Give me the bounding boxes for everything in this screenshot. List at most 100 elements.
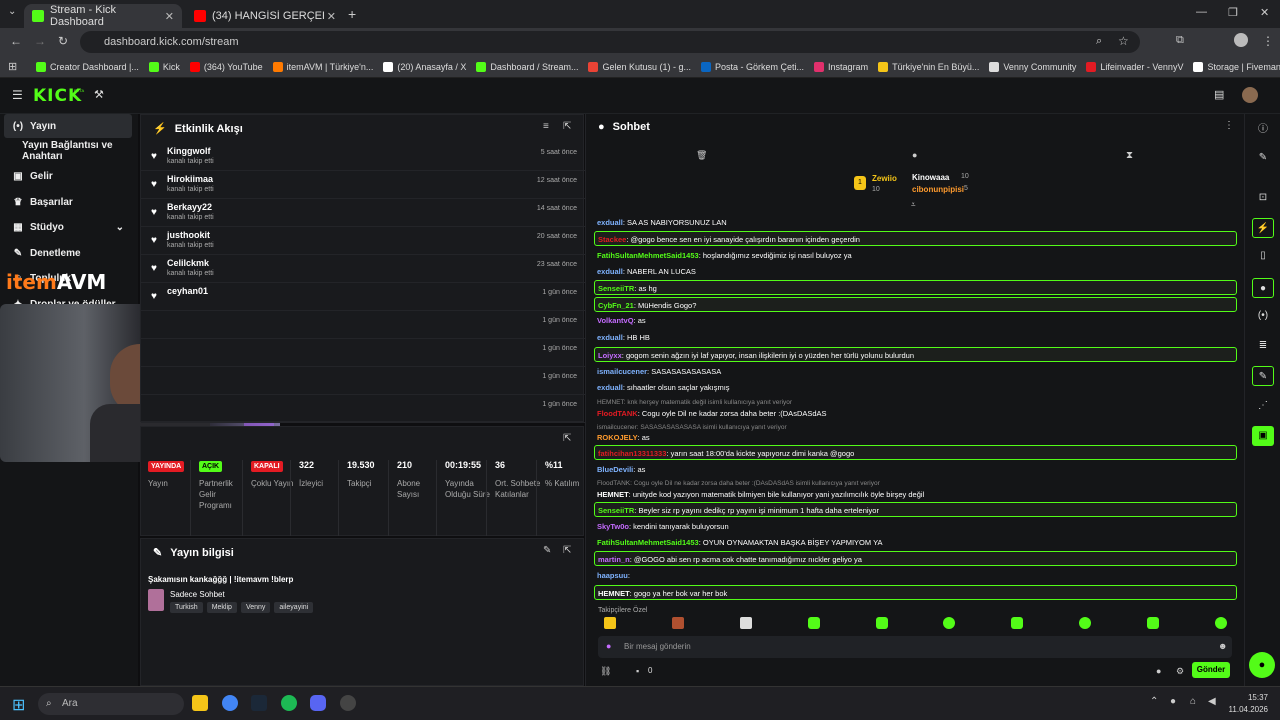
emote-icon[interactable]	[1079, 617, 1092, 629]
emote-icon[interactable]	[1011, 617, 1024, 629]
send-button[interactable]: Gönder	[1192, 662, 1230, 678]
bookmark[interactable]: Venny Community	[989, 61, 1076, 72]
chat-username[interactable]: FloodTANK	[597, 409, 638, 418]
emoji-icon[interactable]: ☻	[1218, 641, 1227, 651]
nav-yayin[interactable]: (•) Yayın	[4, 114, 132, 138]
bookmark[interactable]: Türkiye'nin En Büyü...	[878, 61, 979, 72]
emote-icon[interactable]	[739, 617, 752, 629]
bookmark[interactable]: Posta - Görkem Çeti...	[701, 61, 804, 72]
wrench-icon[interactable]: ✎	[1252, 366, 1274, 386]
edit-icon[interactable]: ✎	[543, 545, 551, 556]
chat-username[interactable]: Loiyxx	[598, 351, 622, 360]
pen-icon[interactable]: ✎	[1252, 148, 1274, 168]
nav-studyo[interactable]: ▦ Stüdyo ⌄	[4, 215, 132, 239]
mic-tray-icon[interactable]: ●	[1170, 696, 1176, 707]
back-icon[interactable]: ←	[10, 34, 22, 48]
bookmark[interactable]: Kick	[148, 61, 180, 72]
hammer-icon[interactable]: ⚒	[94, 88, 104, 101]
maximize-icon[interactable]: ❐	[1228, 6, 1238, 19]
expand-icon[interactable]: ⩡	[911, 200, 916, 210]
chat-icon[interactable]: ●	[1252, 278, 1274, 298]
close-icon[interactable]: ✕	[165, 10, 174, 23]
link-icon[interactable]: ⛓	[600, 666, 611, 677]
chrome-icon[interactable]	[222, 695, 238, 711]
forward-icon[interactable]: →	[34, 34, 46, 48]
hamburger-menu-icon[interactable]: ☰	[12, 88, 23, 102]
chat-username[interactable]: ROKOJELY	[597, 433, 638, 442]
emote-icon[interactable]	[1147, 617, 1159, 629]
chat-username[interactable]: haapsuu	[597, 571, 628, 580]
close-window-icon[interactable]: ✕	[1260, 6, 1269, 19]
share-icon[interactable]: ⋰	[1252, 396, 1274, 416]
clock-time[interactable]: 15:37	[1228, 693, 1268, 702]
user-avatar[interactable]	[1242, 87, 1258, 103]
url-field[interactable]: dashboard.kick.com/stream	[80, 31, 1140, 53]
emote-icon[interactable]	[807, 617, 820, 629]
chat-username[interactable]: exduall	[597, 333, 623, 342]
filter-icon[interactable]: ≡	[543, 121, 549, 132]
more-icon[interactable]: ⋮	[1224, 120, 1234, 131]
chat-username[interactable]: CybFn_21	[598, 301, 634, 310]
apps-grid-icon[interactable]: ⊞	[8, 60, 17, 73]
chat-username[interactable]: BlueDevili	[597, 465, 633, 474]
bookmark[interactable]: Instagram	[814, 61, 868, 72]
popout-icon[interactable]: ⇱	[563, 545, 571, 556]
tray-chevron-icon[interactable]: ⌃	[1150, 696, 1158, 707]
emote-icon[interactable]	[604, 617, 616, 629]
chat-username[interactable]: SkyTw0o	[597, 522, 629, 531]
nav-gelir[interactable]: ▣ Gelir	[4, 164, 132, 188]
file-explorer-icon[interactable]	[192, 695, 208, 711]
chat-username[interactable]: FatihSultanMehmetSaid1453	[597, 538, 699, 547]
chat-username[interactable]: exduall	[597, 267, 623, 276]
popout-icon[interactable]: ⇱	[563, 433, 571, 444]
tag[interactable]: Venny	[240, 602, 271, 613]
obs-icon[interactable]	[340, 695, 356, 711]
chat-username[interactable]: HEMNET	[598, 589, 630, 598]
bookmark[interactable]: Storage | Fivemanage	[1193, 61, 1280, 72]
emote-icon[interactable]	[875, 617, 888, 629]
bookmark[interactable]: Gelen Kutusu (1) - g...	[588, 61, 691, 72]
popout-icon[interactable]: ⇱	[563, 121, 571, 132]
taskbar-search[interactable]: ⌕ Ara	[38, 693, 184, 715]
target-icon[interactable]: ⊡	[1252, 188, 1274, 208]
bookmark[interactable]: Dashboard / Stream...	[476, 61, 578, 72]
profile-avatar[interactable]	[1234, 33, 1248, 47]
chat-username[interactable]: VolkantvQ	[597, 316, 634, 325]
volume-icon[interactable]: ◀	[1208, 696, 1216, 707]
tab-search-icon[interactable]: ⌄	[8, 6, 16, 17]
tag[interactable]: Turkish	[170, 602, 203, 613]
chat-username[interactable]: martin_n	[598, 555, 630, 564]
wallet-icon[interactable]: ▤	[1214, 88, 1224, 101]
stack-icon[interactable]: ≣	[1252, 336, 1274, 356]
windows-start-icon[interactable]: ⊞	[12, 695, 25, 715]
bookmark[interactable]: Creator Dashboard |...	[36, 61, 139, 72]
category-name[interactable]: Sadece Sohbet	[170, 590, 225, 599]
tab-kick-dashboard[interactable]: Stream - Kick Dashboard ✕	[24, 4, 182, 28]
close-icon[interactable]: ✕	[327, 10, 336, 23]
hourglass-icon[interactable]: ⧗	[1126, 150, 1133, 161]
bookmark-star-icon[interactable]: ☆	[1118, 34, 1129, 48]
chat-username[interactable]: exduall	[597, 383, 623, 392]
emote-icon[interactable]	[943, 617, 956, 629]
chat-username[interactable]: FatihSultanMehmetSaid1453	[597, 251, 699, 260]
bookmark[interactable]: (364) YouTube	[189, 61, 263, 72]
app-icon[interactable]: ▣	[1252, 426, 1274, 446]
gear-icon[interactable]: ⚙	[1176, 666, 1184, 677]
chat-input[interactable]: ● Bir mesaj gönderin ☻	[598, 636, 1232, 658]
note-icon[interactable]: ▯	[1252, 246, 1274, 266]
zoom-icon[interactable]: ⌕	[1096, 35, 1102, 48]
info-icon[interactable]: ⓘ	[1252, 120, 1274, 140]
bookmark[interactable]: itemAVM | Türkiye'n...	[272, 61, 373, 72]
new-tab-icon[interactable]: +	[348, 6, 356, 22]
chat-username[interactable]: fatihcihan13311333	[598, 449, 666, 458]
tab-youtube[interactable]: (34) HANGİSİ GERÇEK ESKİ SEV ✕	[186, 4, 344, 28]
nav-stream-key[interactable]: Yayın Bağlantısı ve Anahtarı	[4, 139, 132, 163]
chat-username[interactable]: Stackee	[598, 235, 626, 244]
tag[interactable]: aileyayini	[274, 602, 314, 613]
chat-bubble-icon[interactable]: ●	[1156, 666, 1161, 676]
bookmark[interactable]: (20) Anasayfa / X	[383, 61, 466, 72]
emote-icon[interactable]	[1214, 617, 1227, 629]
chat-mode-icon[interactable]: ●	[912, 150, 917, 160]
chat-username[interactable]: SenseiiTR	[598, 284, 634, 293]
emote-icon[interactable]	[671, 617, 684, 629]
